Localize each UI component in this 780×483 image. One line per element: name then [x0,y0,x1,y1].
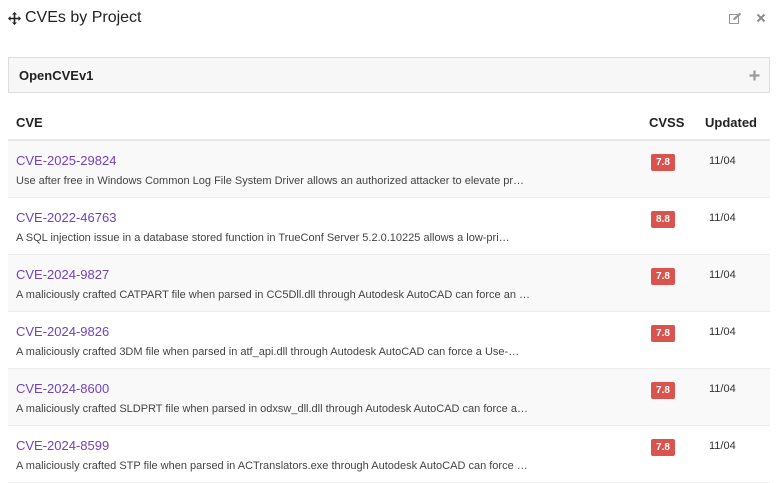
cve-description: A maliciously crafted 3DM file when pars… [16,346,520,358]
updated-date: 11/04 [709,269,736,281]
column-header-cve: CVE [16,115,43,130]
updated-date: 11/04 [709,440,736,452]
table-row: CVE-2024-8600 A maliciously crafted SLDP… [8,369,770,426]
cve-description: A SQL injection issue in a database stor… [16,232,510,244]
cve-link[interactable]: CVE-2024-8599 [16,438,109,453]
cve-description: A maliciously crafted CATPART file when … [16,289,530,301]
move-arrows-icon[interactable] [8,11,21,25]
updated-date: 11/04 [709,383,736,395]
column-header-cvss: CVSS [649,115,685,130]
cve-link[interactable]: CVE-2024-8600 [16,381,109,396]
project-name: OpenCVEv1 [19,68,94,83]
cvss-badge: 7.8 [651,439,675,456]
plus-icon[interactable] [748,69,761,82]
edit-icon[interactable] [729,12,742,25]
cve-description: A maliciously crafted STP file when pars… [16,460,528,472]
cvss-badge: 7.8 [651,154,675,171]
cve-link[interactable]: CVE-2025-29824 [16,153,116,168]
cvss-badge: 7.8 [651,268,675,285]
cve-table: CVE CVSS Updated CVE-2025-29824 Use afte… [8,103,770,483]
updated-date: 11/04 [709,326,736,338]
table-row: CVE-2024-9827 A maliciously crafted CATP… [8,255,770,312]
table-row: CVE-2024-8599 A maliciously crafted STP … [8,426,770,483]
table-header: CVE CVSS Updated [8,103,770,141]
widget-header: CVEs by Project [0,0,780,40]
cve-link[interactable]: CVE-2024-9827 [16,267,109,282]
cve-link[interactable]: CVE-2022-46763 [16,210,116,225]
close-icon[interactable] [754,11,768,25]
widget-title: CVEs by Project [25,9,142,26]
cves-by-project-widget: CVEs by Project OpenCVEv1 CVE CVSS Updat… [0,0,780,483]
table-row: CVE-2022-46763 A SQL injection issue in … [8,198,770,255]
cvss-badge: 8.8 [651,211,675,228]
column-header-updated: Updated [705,115,757,130]
updated-date: 11/04 [709,212,736,224]
updated-date: 11/04 [709,155,736,167]
project-panel: OpenCVEv1 [8,57,770,93]
table-row: CVE-2025-29824 Use after free in Windows… [8,141,770,198]
cvss-badge: 7.8 [651,382,675,399]
cve-link[interactable]: CVE-2024-9826 [16,324,109,339]
cve-description: A maliciously crafted SLDPRT file when p… [16,403,528,415]
cvss-badge: 7.8 [651,325,675,342]
widget-title-group: CVEs by Project [8,9,141,27]
table-row: CVE-2024-9826 A maliciously crafted 3DM … [8,312,770,369]
cve-description: Use after free in Windows Common Log Fil… [16,175,525,187]
